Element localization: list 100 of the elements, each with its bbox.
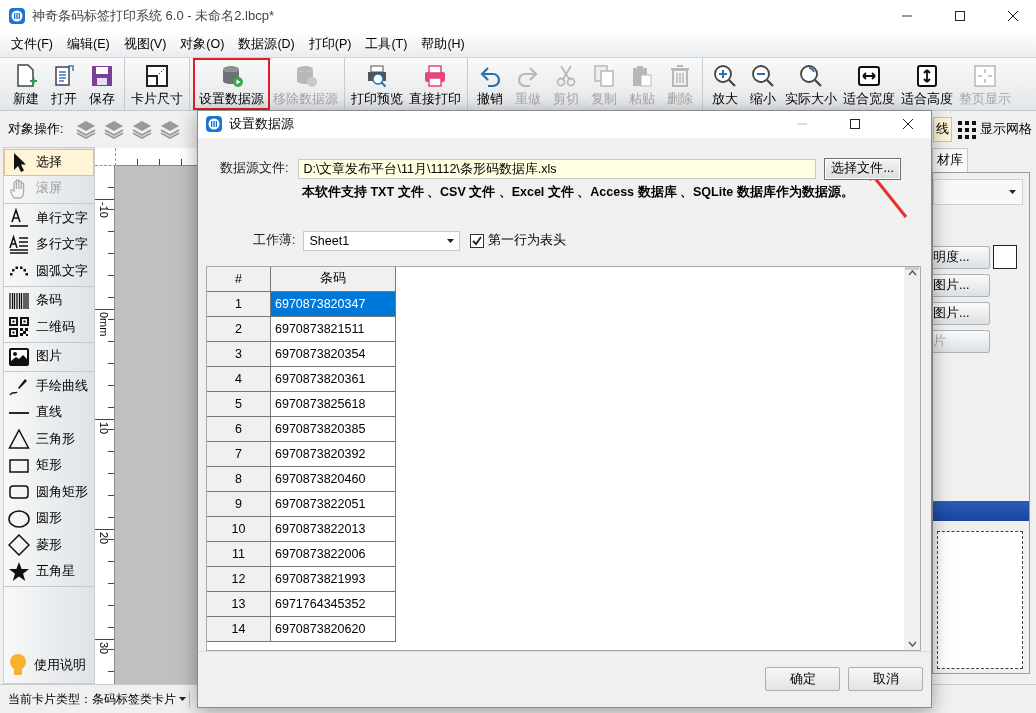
field-label: 数据源文件:	[220, 160, 289, 178]
tool-item[interactable]: 手绘曲线	[4, 373, 94, 400]
fit-height-icon	[914, 62, 940, 89]
dropdown[interactable]	[933, 179, 1023, 205]
tool-item[interactable]: 三角形	[4, 426, 94, 453]
grid-toggle[interactable]: 显示网格	[958, 120, 1032, 139]
row-number: 8	[207, 466, 271, 492]
multi-line-text-icon	[8, 233, 30, 256]
zoom-in-icon	[712, 62, 738, 89]
table-cell[interactable]: 6970873820361	[271, 366, 396, 392]
tool-item[interactable]: 二维码	[4, 314, 94, 341]
tool-item[interactable]: 多行文字	[4, 231, 94, 258]
fit-page-icon	[972, 62, 998, 89]
table-cell[interactable]: 6970873825618	[271, 391, 396, 417]
dialog-button[interactable]: 确定	[765, 667, 840, 692]
tool-item[interactable]: 圆角矩形	[4, 479, 94, 506]
column-header: 条码	[271, 266, 396, 292]
menu-item[interactable]: 打印(P)	[301, 36, 359, 53]
toolbar-button[interactable]: 撤销	[471, 58, 509, 110]
toolbar-button[interactable]: 卡片尺寸	[128, 58, 186, 110]
row-number: 13	[207, 591, 271, 617]
sheet-dropdown[interactable]: Sheet1	[303, 230, 461, 251]
menu-item[interactable]: 工具(T)	[358, 36, 415, 53]
table-cell[interactable]: 6970873821511	[271, 316, 396, 342]
layers-icon[interactable]	[103, 119, 126, 139]
app-logo-icon	[9, 8, 25, 24]
menu-item[interactable]: 数据源(D)	[231, 36, 302, 53]
row-number: 5	[207, 391, 271, 417]
menu-item[interactable]: 帮助(H)	[414, 36, 472, 53]
lightbulb-icon	[8, 653, 28, 677]
panel-button[interactable]: 图片...	[933, 302, 990, 325]
tool-item[interactable]: 矩形	[4, 452, 94, 479]
toolbar-button[interactable]: 适合宽度	[840, 58, 898, 110]
help-item[interactable]: 使用说明	[4, 649, 94, 681]
toolbar-button[interactable]: 直接打印	[406, 58, 464, 110]
toolbar-button[interactable]: 打开	[45, 58, 83, 110]
tool-item[interactable]: 五角星	[4, 558, 94, 585]
tool-item[interactable]: 单行文字	[4, 205, 94, 232]
dropdown-arrow-icon	[447, 238, 455, 243]
supported-formats-note: 本软件支持 TXT 文件 、CSV 文件 、Excel 文件 、Access 数据库 、SQLite 数据库作为数据源。	[302, 183, 855, 201]
table-cell[interactable]: 6970873820620	[271, 616, 396, 642]
toolbar-button[interactable]: 缩小	[744, 58, 782, 110]
star-icon	[8, 560, 30, 583]
close-icon[interactable]	[1007, 10, 1019, 22]
table-cell[interactable]: 6970873820392	[271, 441, 396, 467]
table-cell[interactable]: 6970873822013	[271, 516, 396, 542]
tool-item[interactable]: 圆弧文字	[4, 258, 94, 285]
maximize-icon[interactable]	[954, 10, 966, 22]
panel-button[interactable]: 明度...	[933, 245, 990, 269]
scroll-down-icon[interactable]	[907, 640, 917, 647]
panel-button[interactable]: 图片...	[933, 274, 990, 297]
table-cell[interactable]: 6970873820460	[271, 466, 396, 492]
table-cell[interactable]: 6971764345352	[271, 591, 396, 617]
maximize-icon[interactable]	[849, 118, 861, 131]
table-cell[interactable]: 6970873822006	[271, 541, 396, 567]
table-cell[interactable]: 6970873822051	[271, 491, 396, 517]
toolbar-button[interactable]: 适合高度	[898, 58, 956, 110]
menu-item[interactable]: 文件(F)	[4, 36, 60, 53]
scrollbar[interactable]	[904, 266, 920, 650]
row-number: 3	[207, 341, 271, 367]
tool-item[interactable]: 直线	[4, 399, 94, 426]
layers-icon[interactable]	[131, 119, 154, 139]
toolbar-button[interactable]: 新建	[7, 58, 45, 110]
panel-tab[interactable]: 材库	[932, 148, 968, 172]
dropdown-arrow-icon	[1009, 190, 1016, 194]
dropdown-arrow-icon	[179, 697, 186, 701]
table-cell[interactable]: 6970873820347	[271, 291, 396, 317]
table-cell[interactable]: 6970873821993	[271, 566, 396, 592]
header-row-checkbox[interactable]: 第一行为表头	[470, 232, 567, 250]
choose-file-button[interactable]: 选择文件...	[824, 157, 901, 180]
toolbar-button[interactable]: 打印预览	[348, 58, 406, 110]
tool-item[interactable]: 图片	[4, 343, 94, 370]
grid-icon	[958, 120, 976, 139]
dialog-button[interactable]: 取消	[848, 667, 923, 692]
line-toggle[interactable]: 线	[933, 117, 952, 142]
toolbar-button[interactable]: 设置数据源	[193, 58, 270, 110]
window-title: 神奇条码标签打印系统 6.0 - 未命名2.lbcp*	[32, 7, 275, 25]
table-cell[interactable]: 6970873820354	[271, 341, 396, 367]
card-size-icon	[144, 62, 170, 89]
tool-item[interactable]: 圆形	[4, 505, 94, 532]
menu-item[interactable]: 对象(O)	[173, 36, 232, 53]
ruler-label: 10	[98, 422, 110, 435]
table-cell[interactable]: 6970873820385	[271, 416, 396, 442]
tool-item[interactable]: 菱形	[4, 532, 94, 559]
row-number: 7	[207, 441, 271, 467]
menu-item[interactable]: 视图(V)	[116, 36, 174, 53]
toolbar-button[interactable]: 实际大小	[782, 58, 840, 110]
close-icon[interactable]	[902, 118, 914, 131]
tool-item[interactable]: 条码	[4, 287, 94, 314]
ruler-label: 0mm	[98, 312, 110, 337]
color-swatch[interactable]	[993, 245, 1017, 269]
app-logo-icon	[206, 116, 222, 133]
file-path-field[interactable]: D:\文章发布平台\11月\1112\条形码数据库.xls	[298, 158, 817, 179]
toolbar-button[interactable]: 保存	[83, 58, 121, 110]
scroll-up-icon[interactable]	[907, 269, 917, 276]
ruler-label: 20	[98, 532, 110, 545]
toolbar-button[interactable]: 放大	[706, 58, 744, 110]
menu-item[interactable]: 编辑(E)	[59, 36, 117, 53]
card-type-dropdown[interactable]: 当前卡片类型：条码标签类卡片	[8, 691, 190, 707]
tool-item[interactable]: 选择	[4, 149, 94, 176]
